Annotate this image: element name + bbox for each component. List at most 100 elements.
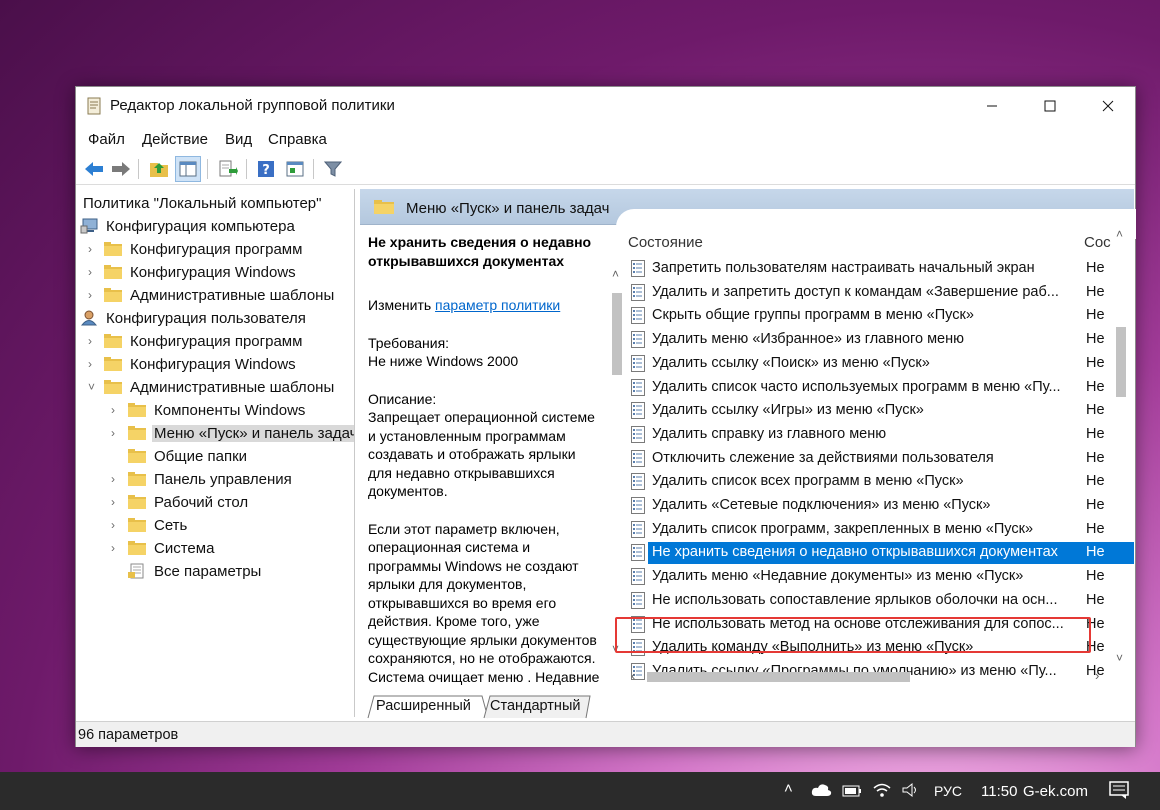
chevron-right-icon[interactable]: › bbox=[88, 288, 100, 304]
policy-row[interactable]: Удалить ссылку «Поиск» из меню «Пуск» Не bbox=[628, 352, 1118, 376]
description-block: Описание: Запрещает операционной системе … bbox=[368, 390, 602, 501]
language-indicator[interactable]: РУС bbox=[934, 783, 962, 799]
toolbar: ? bbox=[76, 153, 1135, 185]
window-title: Редактор локальной групповой политики bbox=[110, 97, 395, 114]
title-bar: Редактор локальной групповой политики bbox=[76, 87, 1135, 125]
menu-action[interactable]: Действие bbox=[142, 131, 208, 148]
show-hide-tree-button[interactable] bbox=[175, 156, 201, 182]
policy-setting-icon bbox=[631, 473, 645, 491]
menu-help[interactable]: Справка bbox=[268, 131, 327, 148]
chevron-right-icon[interactable]: › bbox=[111, 518, 123, 534]
chevron-right-icon[interactable]: › bbox=[111, 495, 123, 511]
tab-extended[interactable]: Расширенный bbox=[366, 697, 481, 717]
policy-state: Не bbox=[1086, 497, 1105, 513]
edit-policy-link[interactable]: параметр политики bbox=[435, 297, 560, 313]
scroll-thumb[interactable] bbox=[1116, 327, 1126, 397]
policy-name: Удалить меню «Избранное» из главного мен… bbox=[652, 331, 964, 348]
tree-item-label: Система bbox=[154, 540, 215, 557]
tree-item-label: Конфигурация Windows bbox=[130, 264, 296, 281]
clock-time[interactable]: 11:50 bbox=[981, 783, 1017, 800]
policy-row[interactable]: Отключить слежение за действиями пользов… bbox=[628, 447, 1118, 471]
up-folder-button[interactable] bbox=[146, 156, 172, 182]
policy-setting-icon bbox=[631, 591, 645, 609]
policy-name: Запретить пользователям настраивать нача… bbox=[652, 260, 1035, 276]
maximize-button[interactable] bbox=[1021, 87, 1079, 125]
policy-name: Удалить список всех программ в меню «Пус… bbox=[652, 473, 964, 490]
menu-view[interactable]: Вид bbox=[225, 131, 252, 148]
maximize-icon bbox=[1044, 100, 1056, 112]
toolbar-separator bbox=[246, 159, 247, 179]
list-vertical-scrollbar[interactable]: ˄ ˅ bbox=[1112, 227, 1130, 707]
policy-setting-icon bbox=[631, 283, 645, 301]
battery-icon[interactable] bbox=[842, 782, 862, 802]
tree-item-label: Конфигурация программ bbox=[130, 241, 303, 258]
cloud-icon[interactable] bbox=[811, 783, 833, 801]
chevron-right-icon[interactable]: › bbox=[111, 426, 123, 442]
scroll-up-icon[interactable]: ˄ bbox=[1116, 227, 1123, 241]
chevron-right-icon[interactable]: › bbox=[88, 334, 100, 350]
column-header-state-2[interactable]: Сос bbox=[1084, 234, 1111, 251]
policy-name: Удалить ссылку «Игры» из меню «Пуск» bbox=[652, 402, 924, 419]
scroll-thumb[interactable] bbox=[612, 293, 622, 375]
chevron-right-icon[interactable]: › bbox=[111, 541, 123, 557]
scroll-up-icon[interactable]: ˄ bbox=[612, 267, 619, 281]
policy-state: Не bbox=[1086, 473, 1105, 490]
filter-button[interactable] bbox=[320, 156, 346, 182]
properties-icon bbox=[286, 161, 304, 177]
policy-row[interactable]: Удалить ссылку «Игры» из меню «Пуск» Не bbox=[628, 399, 1118, 423]
description-label: Описание: bbox=[368, 390, 437, 407]
wifi-icon[interactable] bbox=[872, 782, 892, 802]
menu-file[interactable]: Файл bbox=[88, 131, 125, 148]
properties-button[interactable] bbox=[282, 156, 308, 182]
policy-row[interactable]: Удалить меню «Избранное» из главного мен… bbox=[628, 328, 1118, 352]
policy-row[interactable]: Удалить список программ, закрепленных в … bbox=[628, 518, 1118, 542]
policy-setting-icon bbox=[631, 402, 645, 420]
tree-item-label: Все параметры bbox=[154, 563, 262, 580]
help-button[interactable]: ? bbox=[253, 156, 279, 182]
chevron-right-icon[interactable]: › bbox=[111, 472, 123, 488]
chevron-up-icon[interactable]: ˄ bbox=[784, 780, 793, 797]
policy-row[interactable]: Не использовать сопоставление ярлыков об… bbox=[628, 589, 1118, 613]
chevron-right-icon[interactable]: › bbox=[88, 265, 100, 281]
chevron-right-icon[interactable]: › bbox=[111, 403, 123, 419]
policy-row[interactable]: Удалить «Сетевые подключения» из меню «П… bbox=[628, 494, 1118, 518]
scroll-down-icon[interactable]: ˅ bbox=[1116, 651, 1123, 665]
volume-icon[interactable] bbox=[901, 782, 921, 802]
policy-row[interactable]: Удалить справку из главного меню Не bbox=[628, 423, 1118, 447]
policy-name: Удалить ссылку «Поиск» из меню «Пуск» bbox=[652, 354, 930, 371]
svg-text:?: ? bbox=[262, 163, 270, 178]
tree-item-label: Конфигурация компьютера bbox=[106, 218, 295, 235]
policy-setting-icon bbox=[631, 354, 645, 372]
back-button[interactable] bbox=[81, 156, 107, 182]
forward-button[interactable] bbox=[108, 156, 134, 182]
status-text: 96 параметров bbox=[78, 727, 179, 743]
policy-row[interactable]: Скрыть общие группы программ в меню «Пус… bbox=[628, 304, 1118, 328]
column-header-state[interactable]: Состояние bbox=[628, 234, 703, 251]
policy-row[interactable]: Удалить меню «Недавние документы» из мен… bbox=[628, 565, 1118, 589]
scroll-left-icon[interactable]: ‹ bbox=[631, 668, 635, 683]
policy-row[interactable]: Не хранить сведения о недавно открывавши… bbox=[628, 541, 1134, 565]
scroll-thumb[interactable] bbox=[647, 672, 910, 682]
chevron-down-icon[interactable]: ˅ bbox=[88, 380, 100, 396]
tab-standard[interactable]: Стандартный bbox=[480, 697, 590, 717]
export-list-button[interactable] bbox=[215, 156, 241, 182]
folder-icon bbox=[128, 494, 146, 510]
policy-name: Не хранить сведения о недавно открывавши… bbox=[652, 544, 1058, 561]
policy-row[interactable]: Удалить список всех программ в меню «Пус… bbox=[628, 470, 1118, 494]
policy-state: Не bbox=[1086, 520, 1105, 537]
chevron-right-icon[interactable]: › bbox=[88, 357, 100, 373]
notification-icon[interactable] bbox=[1109, 781, 1129, 803]
description-scrollbar[interactable]: ˄ ˅ bbox=[608, 267, 626, 762]
console-tree-icon bbox=[179, 161, 197, 177]
policy-row[interactable]: Удалить список часто используемых програ… bbox=[628, 376, 1118, 400]
tree-item-label: Рабочий стол bbox=[154, 494, 249, 511]
list-horizontal-scrollbar[interactable]: ‹ › bbox=[629, 668, 1112, 686]
policy-row[interactable]: Удалить и запретить доступ к командам «З… bbox=[628, 281, 1118, 305]
scroll-right-icon[interactable]: › bbox=[1095, 668, 1099, 683]
folder-icon bbox=[104, 356, 122, 372]
chevron-right-icon[interactable]: › bbox=[88, 242, 100, 258]
close-button[interactable] bbox=[1079, 87, 1137, 125]
minimize-button[interactable] bbox=[963, 87, 1021, 125]
policy-state: Не bbox=[1086, 260, 1105, 276]
policy-row[interactable]: Запретить пользователям настраивать нача… bbox=[628, 257, 1118, 281]
